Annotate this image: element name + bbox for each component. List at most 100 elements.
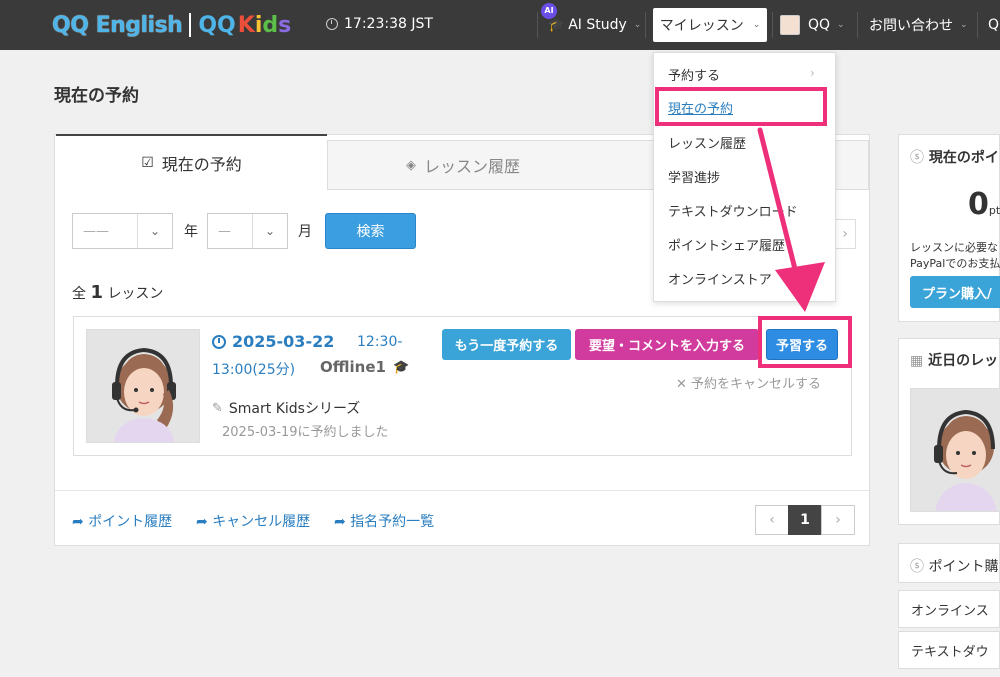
- tab-label: レッスン履歴: [423, 157, 520, 176]
- site-logo[interactable]: QQ English QQ Kids: [52, 10, 291, 40]
- page-title: 現在の予約: [54, 86, 139, 106]
- chevron-down-icon: ⌄: [837, 20, 845, 30]
- nav-my-lesson[interactable]: マイレッスン ⌄: [653, 8, 767, 42]
- clock-icon: [212, 334, 226, 349]
- nav-ai-study[interactable]: 🎓 AI Study ⌄: [548, 0, 641, 50]
- month-select[interactable]: — ⌄: [207, 213, 288, 249]
- points-value: 0pt: [968, 187, 1000, 222]
- lesson-date: 2025-03-22: [212, 332, 334, 351]
- lesson-time-end: 13:00(25分): [212, 362, 296, 378]
- upcoming-teacher-avatar[interactable]: [910, 388, 1000, 512]
- pager-next[interactable]: ›: [821, 505, 855, 535]
- tab-label: 現在の予約: [161, 155, 242, 174]
- year-select[interactable]: —— ⌄: [72, 213, 173, 249]
- menu-item-point-share-history[interactable]: ポイントシェア履歴: [668, 235, 785, 254]
- chevron-down-icon: ⌄: [960, 20, 968, 30]
- chevron-down-icon: ⌄: [752, 20, 761, 30]
- share-arrow-icon: ➦: [72, 514, 84, 530]
- lesson-count-suffix: レッスン: [107, 286, 164, 302]
- coin-icon: ⓢ: [910, 559, 924, 575]
- points-note-2: PayPalでのお支払: [910, 257, 1000, 270]
- month-label: 月: [298, 224, 312, 240]
- points-unit: pt: [988, 204, 1000, 217]
- points-number: 0: [968, 187, 989, 222]
- menu-item-current-reservations[interactable]: 現在の予約: [668, 98, 733, 117]
- menu-item-online-store[interactable]: オンラインストア: [668, 269, 772, 288]
- lesson-count: 全 1 レッスン: [72, 282, 163, 303]
- nav-my-lesson-label: マイレッスン: [659, 18, 744, 34]
- teacher-avatar[interactable]: [86, 329, 200, 443]
- search-button[interactable]: 検索: [325, 213, 416, 249]
- top-navbar: QQ English QQ Kids 17:23:38 JST AI 🎓 AI …: [0, 0, 1000, 50]
- point-history-label: ポイント履歴: [88, 514, 173, 530]
- avatar: [780, 15, 800, 35]
- logo-qq: QQ: [198, 12, 236, 38]
- mortarboard-icon: 🎓: [393, 360, 410, 375]
- plan-purchase-button[interactable]: プラン購入/: [910, 276, 1000, 308]
- nav-divider: [977, 12, 978, 38]
- upcoming-title: ▦ 近日のレッ: [910, 350, 998, 370]
- share-arrow-icon: ➦: [334, 514, 346, 530]
- sidebar-text-download[interactable]: テキストダウ: [898, 631, 1000, 669]
- logo-kids: Kids: [237, 12, 292, 38]
- year-select-value: ——: [83, 223, 109, 239]
- menu-item-progress[interactable]: 学習進捗: [668, 167, 720, 186]
- clock-text: 17:23:38 JST: [344, 16, 433, 32]
- lesson-series-text: Smart Kidsシリーズ: [228, 401, 361, 417]
- nominated-booking-link[interactable]: ➦ 指名予約一覧: [334, 511, 434, 531]
- nav-extra[interactable]: Q: [988, 0, 999, 50]
- nav-user-menu[interactable]: QQ ⌄: [780, 0, 845, 50]
- point-purchase-text: ポイント購: [928, 559, 999, 575]
- lesson-time-start: 12:30-: [357, 334, 403, 350]
- nav-divider: [857, 12, 858, 38]
- highlight-annotation: [758, 316, 852, 368]
- cancel-reservation-label: 予約をキャンセルする: [691, 377, 822, 392]
- pager-prev[interactable]: ‹: [755, 505, 789, 535]
- pencil-icon: ✎: [212, 400, 223, 416]
- share-arrow-icon: ➦: [196, 514, 208, 530]
- point-history-link[interactable]: ➦ ポイント履歴: [72, 511, 172, 531]
- tab-current-reservations[interactable]: ☑ 現在の予約: [56, 134, 327, 190]
- points-title: ⓢ 現在のポイ: [910, 147, 999, 167]
- chevron-down-icon: ⌄: [252, 214, 287, 248]
- teacher-illustration: [934, 409, 997, 511]
- nav-divider: [645, 12, 646, 38]
- points-note-1: レッスンに必要な: [910, 241, 998, 254]
- lesson-count-number: 1: [90, 282, 103, 303]
- teacher-name[interactable]: Offline1: [320, 358, 386, 376]
- clock-icon: [326, 18, 338, 30]
- nav-user-label: QQ: [808, 17, 831, 33]
- chevron-down-icon: ⌄: [137, 214, 172, 248]
- mortarboard-icon: 🎓: [548, 17, 565, 33]
- teacher-illustration: [112, 347, 176, 442]
- nav-contact[interactable]: お問い合わせ ⌄: [869, 0, 968, 50]
- coin-icon: ⓢ: [910, 150, 924, 166]
- menu-item-book[interactable]: 予約する: [668, 65, 720, 84]
- menu-item-lesson-history[interactable]: レッスン履歴: [668, 133, 746, 152]
- logo-divider: [189, 13, 192, 37]
- chevron-right-icon[interactable]: ›: [834, 219, 856, 249]
- month-select-value: —: [218, 223, 231, 239]
- tab-lesson-history[interactable]: ◈ レッスン履歴: [327, 140, 599, 190]
- divider: [55, 490, 869, 491]
- rebook-button[interactable]: もう一度予約する: [442, 329, 571, 360]
- nav-extra-label: Q: [988, 17, 1000, 33]
- layers-icon: ◈: [405, 157, 416, 173]
- nav-ai-study-label: AI Study: [568, 17, 627, 33]
- pager-current[interactable]: 1: [788, 505, 822, 535]
- chevron-right-icon: ›: [810, 66, 815, 80]
- sidebar-online-store[interactable]: オンラインス: [898, 590, 1000, 628]
- nominated-booking-label: 指名予約一覧: [350, 514, 435, 530]
- point-purchase-title[interactable]: ⓢ ポイント購: [910, 556, 998, 576]
- chevron-down-icon: ⌄: [633, 20, 642, 30]
- cancel-reservation-link[interactable]: ✕ 予約をキャンセルする: [676, 373, 821, 392]
- lesson-date-text: 2025-03-22: [232, 332, 335, 351]
- menu-item-text-download[interactable]: テキストダウンロード: [668, 201, 798, 220]
- nav-divider: [772, 12, 773, 38]
- clipboard-check-icon: ☑: [141, 155, 154, 171]
- cancel-history-link[interactable]: ➦ キャンセル履歴: [196, 511, 310, 531]
- booked-date: 2025-03-19に予約しました: [222, 425, 389, 440]
- cancel-history-label: キャンセル履歴: [212, 514, 311, 530]
- nav-divider: [537, 12, 538, 38]
- comment-button[interactable]: 要望・コメントを入力する: [575, 329, 759, 360]
